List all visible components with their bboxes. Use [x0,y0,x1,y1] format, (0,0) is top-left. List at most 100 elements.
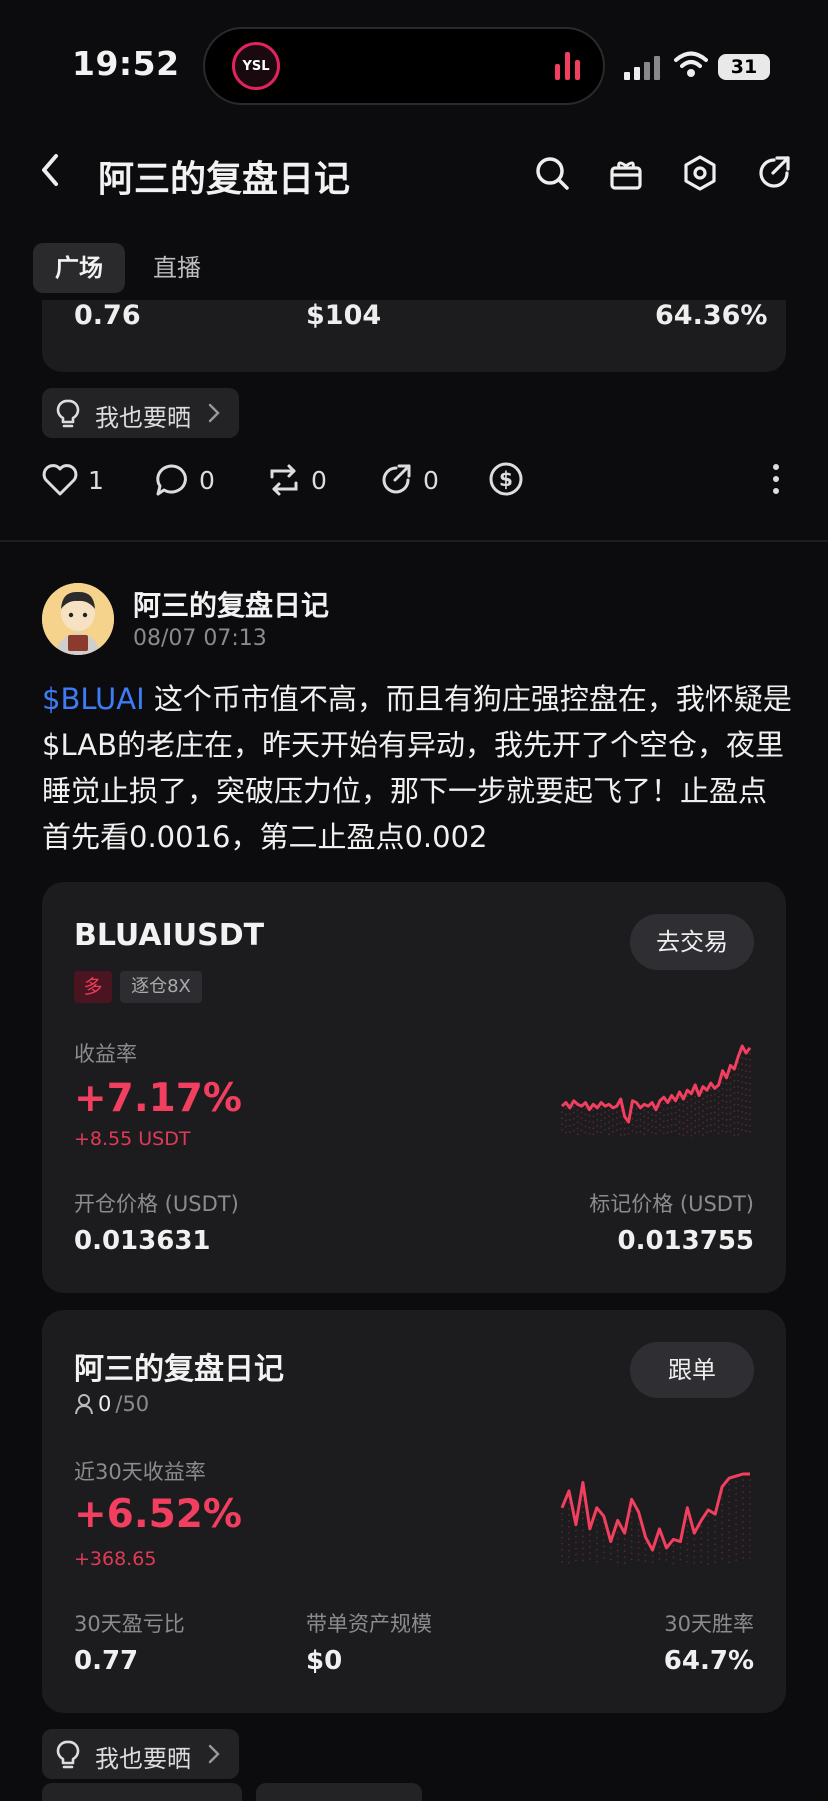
sparkline-dot [721,1111,724,1114]
sparkline-dot [662,1120,665,1123]
sparkline-dot [742,1545,744,1547]
sparkline-dot [707,1550,710,1553]
sparkline-dot [733,1110,736,1112]
show-off-button[interactable]: 我也要晒 [42,388,239,438]
user-icon [75,1394,93,1415]
sparkline-dot [733,1116,736,1118]
post-author[interactable]: 阿三的复盘日记 [133,584,329,624]
share-icon[interactable] [755,154,793,192]
sparkline-dot [721,1509,724,1512]
sparkline-dot [707,1514,710,1517]
sparkline-dot [721,1087,724,1090]
sparkline-dot [707,1562,710,1565]
sparkline-dot [735,1541,737,1544]
sparkline-dot [637,1553,640,1555]
sparkline-dot [568,1513,570,1516]
sparkline-dot [592,1133,595,1136]
sparkline-dot [693,1556,696,1559]
sparkline-dot [741,1117,744,1119]
copy-trade-card[interactable]: 阿三的复盘日记 跟单 0/50 近30天收益率 +6.52% +368.65 3… [42,1310,786,1713]
trade-card[interactable]: BLUAIUSDT 去交易 收益率 +7.17% +8.55 USDT 开仓价格… [42,882,786,1293]
sparkline-dot [616,1531,619,1534]
sparkline-dot [588,1114,591,1117]
sparkline-dot [623,1556,626,1559]
sparkline-dot [595,1548,598,1551]
sparkline-dot [700,1531,703,1534]
sparkline-dot [749,1491,751,1493]
avatar[interactable] [42,583,114,655]
sparkline-dot [637,1535,640,1537]
sparkline-dot [686,1542,689,1545]
sparkline-dot [658,1557,661,1560]
sparkline-dot [576,1115,579,1118]
sparkline-dot [572,1111,575,1114]
sparkline-dot [643,1109,646,1112]
tab-live[interactable]: 直播 [153,243,201,293]
sparkline-dot [713,1105,716,1108]
go-trade-button[interactable]: 去交易 [630,914,754,970]
pnl-value: +8.55 USDT [74,1128,191,1150]
sparkline-dot [666,1113,669,1116]
open-price-label: 开仓价格 (USDT) [74,1192,239,1216]
comment-action[interactable]: 0 [155,462,215,498]
search-icon[interactable] [533,154,571,192]
sparkline-dot [568,1549,570,1552]
sparkline-dot [728,1489,731,1492]
sparkline-dot [735,1529,737,1532]
more-options-icon[interactable] [770,462,782,496]
svg-text:$: $ [499,467,513,491]
mark-price: 0.013755 [617,1226,754,1256]
sparkline-dot [702,1115,704,1118]
sparkline-dot [721,1105,724,1108]
coin-tag-link[interactable]: $BLUAI [42,682,145,716]
sparkline-dot [678,1115,681,1117]
sparkline-dot [742,1521,744,1523]
sparkline-dot [682,1128,685,1130]
sparkline-dot [602,1533,605,1536]
back-arrow-icon[interactable] [36,150,62,190]
sparkline-dot [637,1529,640,1531]
sparkline-dot [592,1121,595,1124]
sparkline-line [560,1044,752,1124]
sparkline-dot [630,1516,633,1519]
sparkline-dot [728,1543,731,1546]
sparkline-dot [662,1132,665,1135]
settings-icon[interactable] [681,154,719,192]
follow-order-button[interactable]: 跟单 [630,1342,754,1398]
like-action[interactable]: 1 [42,462,104,498]
sparkline-dot [575,1547,577,1550]
tab-plaza[interactable]: 广场 [33,243,125,293]
sparkline-dot [721,1081,724,1084]
post-divider [0,540,828,542]
sparkline-dot [706,1095,708,1098]
repost-action[interactable]: 0 [267,462,327,498]
sparkline-dot [568,1118,571,1121]
sparkline-dot [572,1105,575,1108]
sparkline-dot [717,1095,720,1098]
sparkline-dot [690,1128,693,1131]
sparkline-dot [749,1503,751,1505]
sparkline-dot [651,1119,653,1122]
sparkline-dot [745,1070,747,1072]
sparkline-dot [575,1559,577,1562]
sparkline-dot [647,1117,650,1119]
post-text: 这个币市值不高，而且有狗庄强控盘在，我怀疑是$LAB的老庄在，昨天开始有异动，我… [42,682,792,854]
share-action[interactable]: 0 [379,462,439,498]
sparkline-dot [655,1114,657,1117]
sparkline-dot [737,1121,740,1124]
sparkline-dot [694,1131,697,1134]
sparkline-dot [604,1117,606,1119]
sparkline-dot [728,1501,731,1504]
gift-icon[interactable] [607,154,645,192]
sparkline-dot [670,1100,673,1103]
sparkline-dot [694,1119,697,1122]
show-off-button-2[interactable]: 我也要晒 [42,1729,239,1779]
sparkline-dot [709,1130,712,1133]
tip-dollar-icon[interactable]: $ [488,461,524,497]
sparkline-dot [698,1112,700,1115]
long-badge: 多 [74,971,112,1003]
sparkline-dot [612,1124,614,1127]
sparkline-dot [595,1524,598,1527]
sparkline-dot [709,1118,712,1121]
sparkline-dot [651,1561,654,1563]
